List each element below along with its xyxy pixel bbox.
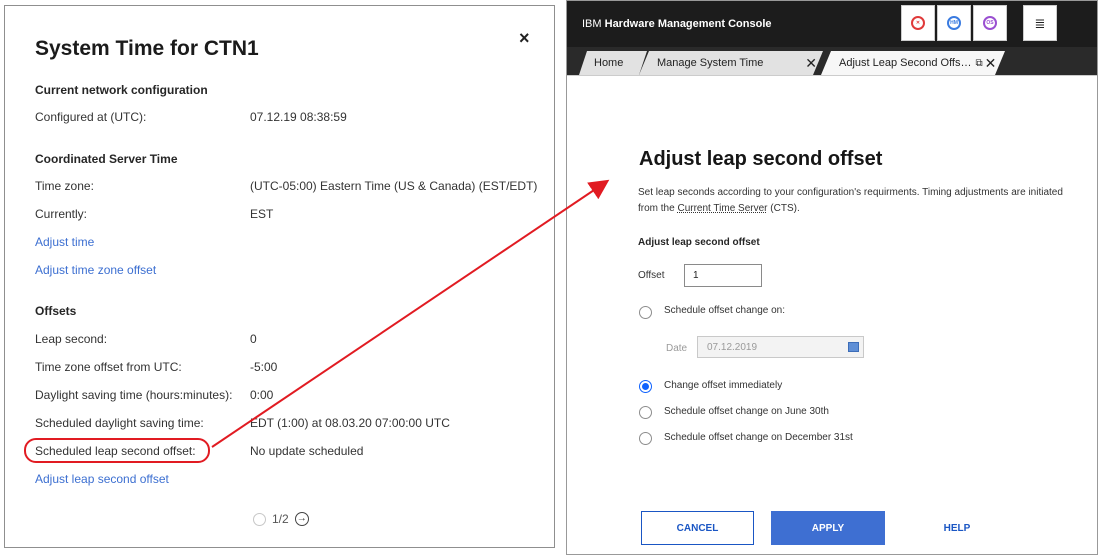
page-title: Adjust leap second offset	[639, 148, 883, 170]
close-icon[interactable]: ×	[519, 28, 530, 49]
section-cst: Coordinated Server Time	[35, 152, 178, 166]
sched-leap-value: No update scheduled	[250, 444, 364, 458]
tab-manage-label: Manage System Time	[657, 57, 764, 69]
radio-december-31[interactable]	[639, 432, 652, 445]
cancel-button[interactable]: CANCEL	[641, 511, 754, 545]
tab-adjust-label: Adjust Leap Second Offs…	[839, 57, 972, 69]
close-tab-icon[interactable]: ✕	[985, 55, 1003, 72]
date-label: Date	[666, 343, 688, 354]
form-subheading: Adjust leap second offset	[638, 237, 760, 248]
divider	[567, 75, 1097, 76]
tzoffset-label: Time zone offset from UTC:	[35, 360, 182, 374]
radio-schedule-on-label: Schedule offset change on:	[664, 305, 786, 316]
help-button[interactable]: HELP	[907, 511, 1007, 545]
sched-dst-label: Scheduled daylight saving time:	[35, 416, 204, 430]
timezone-label: Time zone:	[35, 179, 94, 193]
sched-dst-value: EDT (1:00) at 08.03.20 07:00:00 UTC	[250, 416, 450, 430]
leap-value: 0	[250, 332, 257, 346]
next-page-icon[interactable]: →	[294, 512, 309, 526]
apply-button[interactable]: APPLY	[771, 511, 885, 545]
os-icon[interactable]: OS	[973, 5, 1007, 41]
app-name: Hardware Management Console	[604, 18, 772, 30]
section-offsets: Offsets	[35, 304, 77, 318]
timezone-value: (UTC-05:00) Eastern Time (US & Canada) (…	[250, 179, 538, 193]
tab-home[interactable]: Home	[579, 51, 647, 75]
hmc-window: IBM Hardware Management Console ✕ HM OS …	[566, 0, 1098, 555]
offset-input[interactable]	[684, 264, 762, 287]
currently-value: EST	[250, 207, 274, 221]
currently-label: Currently:	[35, 207, 88, 221]
tab-bar: Home Manage System Time ✕ Adjust Leap Se…	[567, 47, 1097, 75]
radio-june-30-label: Schedule offset change on June 30th	[664, 406, 829, 417]
popout-icon[interactable]: ⧉	[976, 58, 983, 69]
close-tab-icon[interactable]: ✕	[805, 55, 823, 72]
dst-label: Daylight saving time (hours:minutes):	[35, 388, 233, 402]
configured-value: 07.12.19 08:38:59	[250, 110, 347, 124]
section-network: Current network configuration	[35, 83, 208, 97]
radio-immediately-label: Change offset immediately	[664, 380, 783, 391]
offset-label: Offset	[638, 270, 665, 281]
leap-label: Leap second:	[35, 332, 108, 346]
description-tail: (CTS).	[767, 203, 800, 214]
configured-label: Configured at (UTC):	[35, 110, 147, 124]
menu-icon[interactable]: ≣	[1023, 5, 1057, 41]
adjust-leap-link[interactable]: Adjust leap second offset	[35, 472, 169, 486]
top-bar: IBM Hardware Management Console ✕ HM OS …	[567, 1, 1097, 47]
radio-immediately[interactable]	[639, 380, 652, 393]
calendar-icon[interactable]	[848, 342, 859, 352]
tab-home-label: Home	[594, 57, 624, 69]
hmc-icon[interactable]: HM	[937, 5, 971, 41]
app-prefix: IBM	[582, 18, 602, 30]
prev-page-icon[interactable]	[253, 512, 266, 526]
adjust-tz-link[interactable]: Adjust time zone offset	[35, 263, 156, 277]
system-time-panel: System Time for CTN1 × Current network c…	[4, 5, 555, 548]
adjust-time-link[interactable]: Adjust time	[35, 235, 94, 249]
page-indicator: 1/2	[272, 512, 289, 526]
pager: 1/2 →	[253, 512, 309, 526]
radio-schedule-on[interactable]	[639, 306, 652, 319]
radio-december-31-label: Schedule offset change on December 31st	[664, 432, 853, 443]
radio-june-30[interactable]	[639, 406, 652, 419]
description: Set leap seconds according to your confi…	[638, 185, 1078, 217]
app-title: IBM Hardware Management Console	[582, 18, 772, 30]
dst-value: 0:00	[250, 388, 274, 402]
error-icon[interactable]: ✕	[901, 5, 935, 41]
cts-link[interactable]: Current Time Server	[677, 203, 767, 214]
date-input[interactable]	[697, 336, 864, 358]
tzoffset-value: -5:00	[250, 360, 278, 374]
panel-title: System Time for CTN1	[35, 37, 259, 60]
tab-manage-system-time[interactable]: Manage System Time ✕	[639, 51, 823, 75]
annotation-oval	[24, 438, 210, 463]
tab-adjust-leap-second[interactable]: Adjust Leap Second Offs… ⧉ ✕	[821, 51, 1005, 75]
